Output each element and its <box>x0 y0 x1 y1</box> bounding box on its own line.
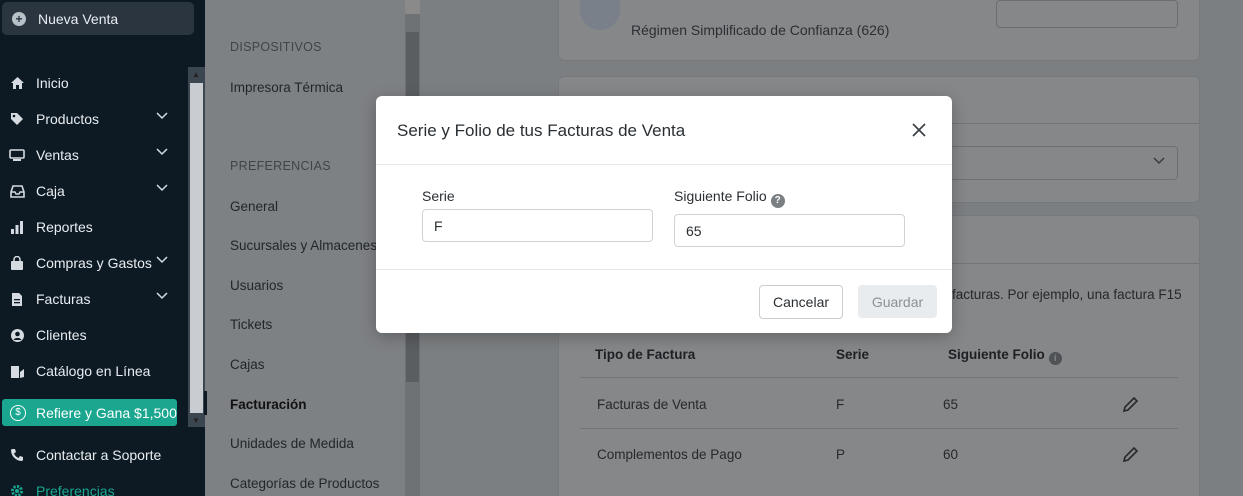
chevron-down-icon <box>156 256 168 264</box>
bar-chart-icon <box>9 219 25 235</box>
sidebar-item-productos[interactable]: Productos <box>0 101 188 137</box>
settings-link-branches[interactable]: Sucursales y Almacenes <box>230 238 377 253</box>
sidebar-item-label: Productos <box>36 111 100 127</box>
update-fiscal-button[interactable] <box>996 0 1178 28</box>
serie-input[interactable] <box>422 209 653 242</box>
phone-icon <box>9 447 25 463</box>
sidebar-item-label: Facturas <box>36 291 91 307</box>
fiscal-regimen: Régimen Simplificado de Confianza (626) <box>631 22 890 38</box>
cash-register-icon <box>9 147 25 163</box>
sidebar-item-catalogo[interactable]: Catálogo en Línea <box>0 353 188 389</box>
sidebar-nav: Inicio Productos Ventas Caja Reportes Co… <box>0 65 188 389</box>
active-indicator <box>204 391 207 415</box>
table-row-series: P <box>836 447 846 462</box>
column-header-type: Tipo de Factura <box>595 347 696 362</box>
column-header-series: Serie <box>836 347 870 362</box>
divider <box>580 428 1178 429</box>
settings-link-units[interactable]: Unidades de Medida <box>230 436 354 451</box>
sidebar-item-ventas[interactable]: Ventas <box>0 137 188 173</box>
sidebar-item-inicio[interactable]: Inicio <box>0 65 188 101</box>
scroll-up-icon[interactable]: ▲ <box>192 70 200 79</box>
refer-and-earn-button[interactable]: $ Refiere y Gana $1,500 <box>2 399 177 426</box>
table-row-folio: 65 <box>943 397 959 412</box>
table-row-series: F <box>836 397 845 412</box>
sidebar-item-label: Inicio <box>36 75 69 91</box>
folio-label-text: Siguiente Folio <box>674 188 767 204</box>
shopping-bag-icon <box>9 255 25 271</box>
settings-link-invoicing[interactable]: Facturación <box>230 397 307 412</box>
select-field[interactable] <box>940 146 1178 180</box>
inbox-icon <box>9 183 25 199</box>
refer-label: Refiere y Gana $1,500 <box>36 404 177 421</box>
settings-link-general[interactable]: General <box>230 199 278 214</box>
preferences-section: Preferencias <box>0 473 188 496</box>
modal-header: Serie y Folio de tus Facturas de Venta <box>376 96 952 165</box>
column-header-folio-label: Siguiente Folio <box>948 347 1045 362</box>
folio-label: Siguiente Folio? <box>674 188 785 208</box>
sidebar-item-clientes[interactable]: Clientes <box>0 317 188 353</box>
sidebar-item-label: Caja <box>36 183 65 199</box>
modal-body: Serie Siguiente Folio? <box>376 165 952 270</box>
settings-link-categories[interactable]: Categorías de Productos <box>230 476 379 491</box>
contact-support-button[interactable]: Contactar a Soporte <box>0 437 188 473</box>
settings-link-thermal-printer[interactable]: Impresora Térmica <box>230 80 343 95</box>
table-row-type: Complementos de Pago <box>597 447 742 462</box>
series-folio-modal: Serie y Folio de tus Facturas de Venta S… <box>376 96 952 333</box>
serie-label: Serie <box>422 188 455 204</box>
scroll-down-icon[interactable]: ▼ <box>192 416 200 425</box>
close-icon[interactable] <box>909 120 929 140</box>
sidebar-item-label: Reportes <box>36 219 93 235</box>
dollar-circle-icon: $ <box>10 404 26 421</box>
sidebar-item-label: Compras y Gastos <box>36 255 152 271</box>
sidebar-item-preferencias[interactable]: Preferencias <box>0 473 188 496</box>
edit-pencil-icon[interactable] <box>1121 394 1141 414</box>
chevron-down-icon <box>1153 157 1165 165</box>
support-section: Contactar a Soporte <box>0 437 188 473</box>
folio-input[interactable] <box>674 214 905 247</box>
support-label: Contactar a Soporte <box>36 447 162 463</box>
settings-link-users[interactable]: Usuarios <box>230 278 283 293</box>
settings-link-tickets[interactable]: Tickets <box>230 317 272 332</box>
section-devices: DISPOSITIVOS <box>230 40 322 54</box>
sidebar: + Nueva Venta Inicio Productos Ventas Ca… <box>0 0 205 496</box>
modal-title: Serie y Folio de tus Facturas de Venta <box>397 121 686 140</box>
plus-circle-icon: + <box>12 11 26 26</box>
sidebar-scrollbar[interactable]: ▲ ▼ <box>188 67 205 427</box>
section-preferences: PREFERENCIAS <box>230 159 331 173</box>
settings-menu: DISPOSITIVOS Impresora Térmica PREFERENC… <box>205 0 405 496</box>
sidebar-item-label: Clientes <box>36 327 87 343</box>
chevron-down-icon <box>156 148 168 156</box>
home-icon <box>9 75 25 91</box>
catalog-icon <box>9 363 25 379</box>
sidebar-item-reportes[interactable]: Reportes <box>0 209 188 245</box>
invoice-hint: facturas. Por ejemplo, una factura F15 <box>952 287 1182 302</box>
sidebar-item-label: Catálogo en Línea <box>36 363 151 379</box>
edit-pencil-icon[interactable] <box>1121 444 1141 464</box>
table-row-type: Facturas de Venta <box>597 397 707 412</box>
sidebar-item-caja[interactable]: Caja <box>0 173 188 209</box>
new-sale-label: Nueva Venta <box>38 10 119 27</box>
tag-icon <box>9 111 25 127</box>
sidebar-item-facturas[interactable]: Facturas <box>0 281 188 317</box>
chevron-down-icon <box>156 112 168 120</box>
sidebar-item-label: Ventas <box>36 147 79 163</box>
info-icon: i <box>1048 352 1062 365</box>
help-icon[interactable]: ? <box>770 194 785 208</box>
new-sale-button[interactable]: + Nueva Venta <box>2 2 194 35</box>
table-row-folio: 60 <box>943 447 959 462</box>
divider <box>580 377 1178 378</box>
chevron-down-icon <box>156 292 168 300</box>
document-icon <box>9 291 25 307</box>
save-button[interactable]: Guardar <box>858 285 937 318</box>
preferences-label: Preferencias <box>36 483 115 496</box>
column-header-folio: Siguiente Folio i <box>948 347 1062 365</box>
gear-icon <box>9 483 25 496</box>
user-circle-icon <box>9 327 25 343</box>
settings-link-registers[interactable]: Cajas <box>230 357 265 372</box>
sidebar-item-compras-gastos[interactable]: Compras y Gastos <box>0 245 188 281</box>
chevron-down-icon <box>156 184 168 192</box>
cancel-button[interactable]: Cancelar <box>759 285 843 319</box>
scrollbar-thumb[interactable] <box>190 83 203 413</box>
